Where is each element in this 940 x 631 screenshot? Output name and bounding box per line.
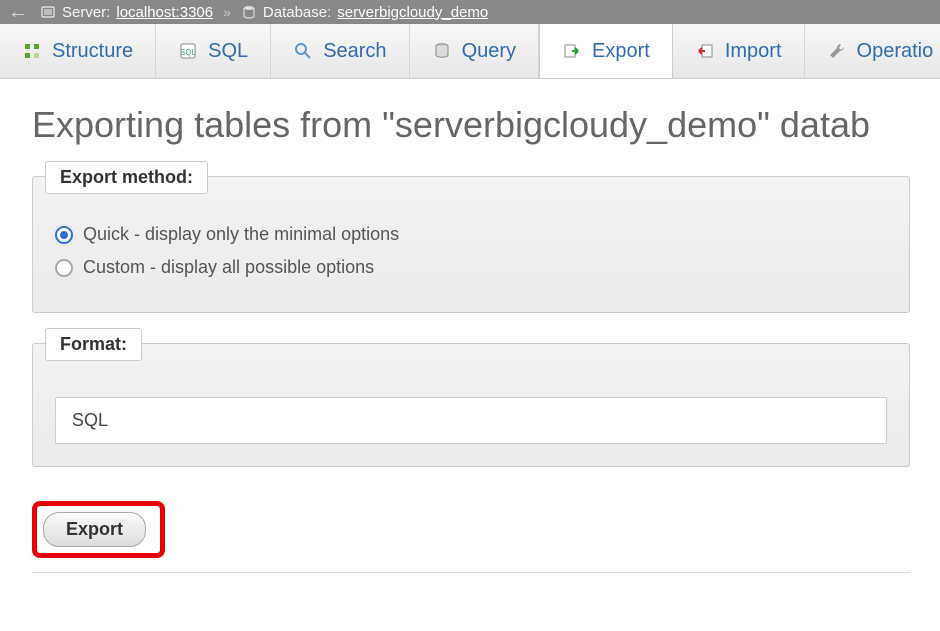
radio-quick-row[interactable]: Quick - display only the minimal options bbox=[55, 224, 887, 245]
database-value-link[interactable]: serverbigcloudy_demo bbox=[337, 4, 488, 21]
sql-icon: SQL bbox=[178, 41, 198, 61]
server-icon bbox=[40, 4, 56, 20]
structure-icon bbox=[22, 41, 42, 61]
format-value: SQL bbox=[72, 410, 108, 430]
tab-label: Search bbox=[323, 40, 386, 63]
content-area: Exporting tables from "serverbigcloudy_d… bbox=[0, 79, 940, 593]
search-icon bbox=[293, 41, 313, 61]
tab-label: Query bbox=[462, 40, 516, 63]
tab-label: Operatio bbox=[857, 40, 934, 63]
radio-quick[interactable] bbox=[55, 226, 73, 244]
tab-import[interactable]: Import bbox=[673, 24, 805, 78]
export-method-fieldset: Export method: Quick - display only the … bbox=[32, 176, 910, 313]
query-icon bbox=[432, 41, 452, 61]
tab-search[interactable]: Search bbox=[271, 24, 409, 78]
wrench-icon bbox=[827, 41, 847, 61]
tab-label: Import bbox=[725, 40, 782, 63]
tab-label: SQL bbox=[208, 40, 248, 63]
radio-custom[interactable] bbox=[55, 259, 73, 277]
format-fieldset: Format: SQL bbox=[32, 343, 910, 467]
tab-sql[interactable]: SQL SQL bbox=[156, 24, 271, 78]
radio-quick-label: Quick - display only the minimal options bbox=[83, 224, 399, 245]
server-label: Server: bbox=[62, 4, 110, 21]
tab-structure[interactable]: Structure bbox=[0, 24, 156, 78]
server-value-link[interactable]: localhost:3306 bbox=[116, 4, 213, 21]
tab-label: Export bbox=[592, 40, 650, 63]
database-icon bbox=[241, 4, 257, 20]
tabbar: Structure SQL SQL Search Query Export Im… bbox=[0, 24, 940, 79]
format-legend: Format: bbox=[45, 328, 142, 361]
footer-rule bbox=[32, 572, 910, 573]
page-title: Exporting tables from "serverbigcloudy_d… bbox=[32, 104, 910, 146]
tab-export[interactable]: Export bbox=[539, 24, 673, 78]
database-label: Database: bbox=[263, 4, 331, 21]
export-button-highlight: Export bbox=[32, 501, 165, 558]
tab-query[interactable]: Query bbox=[410, 24, 539, 78]
tab-operations[interactable]: Operatio bbox=[805, 24, 940, 78]
breadcrumb: ← Server: localhost:3306 » Database: ser… bbox=[0, 0, 940, 24]
tab-label: Structure bbox=[52, 40, 133, 63]
format-select[interactable]: SQL bbox=[55, 397, 887, 444]
export-icon bbox=[562, 41, 582, 61]
import-icon bbox=[695, 41, 715, 61]
radio-custom-label: Custom - display all possible options bbox=[83, 257, 374, 278]
export-button[interactable]: Export bbox=[43, 512, 146, 547]
export-method-options: Quick - display only the minimal options… bbox=[55, 224, 887, 278]
back-arrow-icon[interactable]: ← bbox=[8, 2, 34, 22]
radio-custom-row[interactable]: Custom - display all possible options bbox=[55, 257, 887, 278]
breadcrumb-separator: » bbox=[219, 4, 235, 20]
svg-text:SQL: SQL bbox=[180, 48, 197, 57]
export-method-legend: Export method: bbox=[45, 161, 208, 194]
